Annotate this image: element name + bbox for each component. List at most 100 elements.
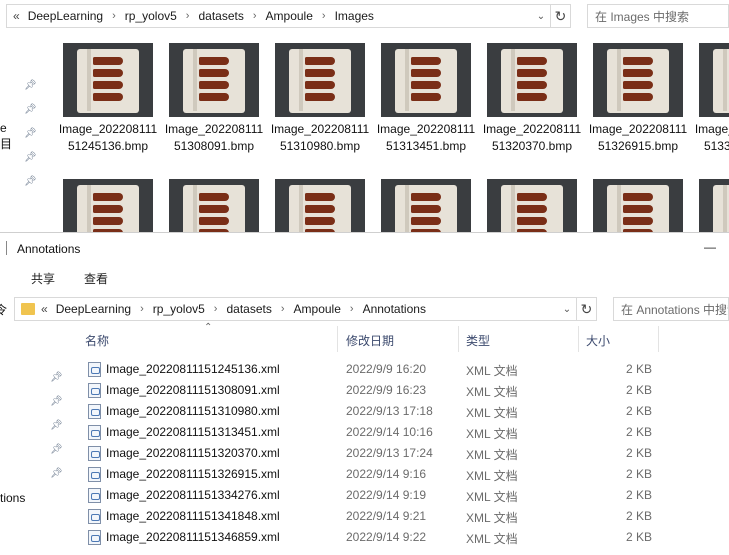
image-tile[interactable]: Image_20220811151308091.bmp: [164, 43, 264, 155]
nav-partial-label: 令: [0, 301, 7, 318]
pin-icon: 📌︎: [24, 128, 37, 139]
image-thumbnail: [63, 43, 153, 117]
column-divider[interactable]: [658, 326, 659, 352]
crumb-separator-icon[interactable]: ›: [313, 10, 335, 22]
crumb-separator-icon[interactable]: ›: [244, 10, 266, 22]
file-date: 2022/9/14 9:22: [346, 530, 427, 544]
title-bar[interactable]: Annotations —: [0, 233, 729, 263]
pin-icon: 📌︎: [50, 372, 63, 383]
image-tile[interactable]: [482, 179, 582, 232]
image-tile[interactable]: Image_20220811151320370.bmp: [482, 43, 582, 155]
image-thumbnail: [593, 43, 683, 117]
image-tile[interactable]: [270, 179, 370, 232]
file-row[interactable]: Image_20220811151341848.xml 2022/9/14 9:…: [84, 506, 684, 527]
column-header-date[interactable]: 修改日期: [346, 332, 394, 349]
crumb-deeplearning[interactable]: DeepLearning: [56, 302, 131, 316]
file-row[interactable]: Image_20220811151320370.xml 2022/9/13 17…: [84, 443, 684, 464]
file-row[interactable]: Image_20220811151310980.xml 2022/9/13 17…: [84, 401, 684, 422]
image-tile[interactable]: [376, 179, 476, 232]
crumb-separator-icon[interactable]: ›: [177, 10, 199, 22]
crumb-rp-yolov5[interactable]: rp_yolov5: [125, 9, 177, 23]
file-date: 2022/9/9 16:20: [346, 362, 427, 376]
image-thumbnail: [487, 43, 577, 117]
file-row[interactable]: Image_20220811151334276.xml 2022/9/14 9:…: [84, 485, 684, 506]
crumb-datasets[interactable]: datasets: [198, 9, 243, 23]
file-type: XML 文档: [466, 364, 518, 378]
crumb-ampoule[interactable]: Ampoule: [294, 302, 341, 316]
nav-partial-label[interactable]: tions: [0, 491, 25, 505]
file-size: 2 KB: [625, 383, 652, 397]
minimize-button[interactable]: —: [704, 240, 716, 254]
title-separator: [6, 241, 7, 255]
image-tile[interactable]: [588, 179, 688, 232]
crumb-separator-icon[interactable]: ›: [205, 303, 227, 315]
crumb-separator-icon[interactable]: ›: [272, 303, 294, 315]
image-thumbnail: [169, 43, 259, 117]
pin-icon: 📌︎: [24, 80, 37, 91]
column-header-size[interactable]: 大小: [586, 332, 610, 349]
file-row[interactable]: Image_20220811151326915.xml 2022/9/14 9:…: [84, 464, 684, 485]
image-tile[interactable]: [58, 179, 158, 232]
file-type: XML 文档: [466, 427, 518, 441]
address-bar[interactable]: « DeepLearning › rp_yolov5 › datasets › …: [14, 297, 577, 321]
tab-view[interactable]: 查看: [84, 270, 108, 287]
file-size: 2 KB: [625, 362, 652, 376]
pin-icon: 📌︎: [50, 396, 63, 407]
search-input[interactable]: 在 Images 中搜索: [587, 4, 729, 28]
column-divider[interactable]: [578, 326, 579, 352]
xml-file-icon: [88, 383, 101, 398]
refresh-icon[interactable]: ↻: [551, 4, 571, 28]
image-tile[interactable]: [164, 179, 264, 232]
file-size: 2 KB: [625, 467, 652, 481]
tab-share[interactable]: 共享: [31, 270, 55, 287]
column-divider[interactable]: [337, 326, 338, 352]
file-name: Image_20220811151326915.xml: [106, 467, 280, 481]
file-date: 2022/9/14 9:21: [346, 509, 427, 523]
column-header-name[interactable]: 名称: [85, 332, 109, 349]
crumb-annotations[interactable]: Annotations: [363, 302, 426, 316]
xml-file-icon: [88, 425, 101, 440]
breadcrumb: « DeepLearning › rp_yolov5 › datasets › …: [41, 302, 558, 316]
file-date: 2022/9/14 10:16: [346, 425, 433, 439]
crumb-deeplearning[interactable]: DeepLearning: [28, 9, 103, 23]
file-row[interactable]: Image_20220811151346859.xml 2022/9/14 9:…: [84, 527, 684, 548]
file-type: XML 文档: [466, 469, 518, 483]
crumb-images[interactable]: Images: [335, 9, 374, 23]
file-date: 2022/9/14 9:16: [346, 467, 427, 481]
image-filename: Image_20220811151310980.bmp: [270, 122, 370, 153]
chevron-down-icon[interactable]: ⌄: [532, 11, 550, 22]
search-input[interactable]: 在 Annotations 中搜索: [613, 297, 729, 321]
crumb-separator-icon[interactable]: ›: [341, 303, 363, 315]
nav-partial-label: 目: [0, 137, 13, 151]
image-tile[interactable]: Image_20220811151326915.bmp: [588, 43, 688, 155]
image-tile[interactable]: Image_20220811151334276.bmp: [694, 43, 729, 155]
file-row[interactable]: Image_20220811151245136.xml 2022/9/9 16:…: [84, 359, 684, 380]
overflow-chevron-icon[interactable]: «: [41, 302, 56, 316]
crumb-separator-icon[interactable]: ›: [103, 10, 125, 22]
image-tile[interactable]: Image_20220811151313451.bmp: [376, 43, 476, 155]
left-nav-partial: e 目: [0, 120, 12, 152]
file-row[interactable]: Image_20220811151308091.xml 2022/9/9 16:…: [84, 380, 684, 401]
image-thumbnail: [487, 179, 577, 232]
xml-file-icon: [88, 446, 101, 461]
image-tile[interactable]: Image_20220811151310980.bmp: [270, 43, 370, 155]
file-date: 2022/9/9 16:23: [346, 383, 427, 397]
file-row[interactable]: Image_20220811151313451.xml 2022/9/14 10…: [84, 422, 684, 443]
image-tile[interactable]: Image_20220811151245136.bmp: [58, 43, 158, 155]
crumb-ampoule[interactable]: Ampoule: [266, 9, 313, 23]
address-bar[interactable]: « DeepLearning › rp_yolov5 › datasets › …: [6, 4, 551, 28]
column-header-type[interactable]: 类型: [466, 332, 490, 349]
crumb-separator-icon[interactable]: ›: [131, 303, 153, 315]
crumb-datasets[interactable]: datasets: [226, 302, 271, 316]
refresh-icon[interactable]: ↻: [577, 297, 597, 321]
pin-icon: 📌︎: [50, 468, 63, 479]
sort-up-icon[interactable]: ⌃: [204, 322, 212, 333]
nav-partial-label: e: [0, 121, 7, 135]
image-thumbnail: [699, 43, 729, 117]
chevron-down-icon[interactable]: ⌄: [558, 304, 576, 315]
file-type: XML 文档: [466, 490, 518, 504]
overflow-chevron-icon[interactable]: «: [13, 9, 28, 23]
column-divider[interactable]: [458, 326, 459, 352]
image-tile[interactable]: [694, 179, 729, 232]
crumb-rp-yolov5[interactable]: rp_yolov5: [153, 302, 205, 316]
